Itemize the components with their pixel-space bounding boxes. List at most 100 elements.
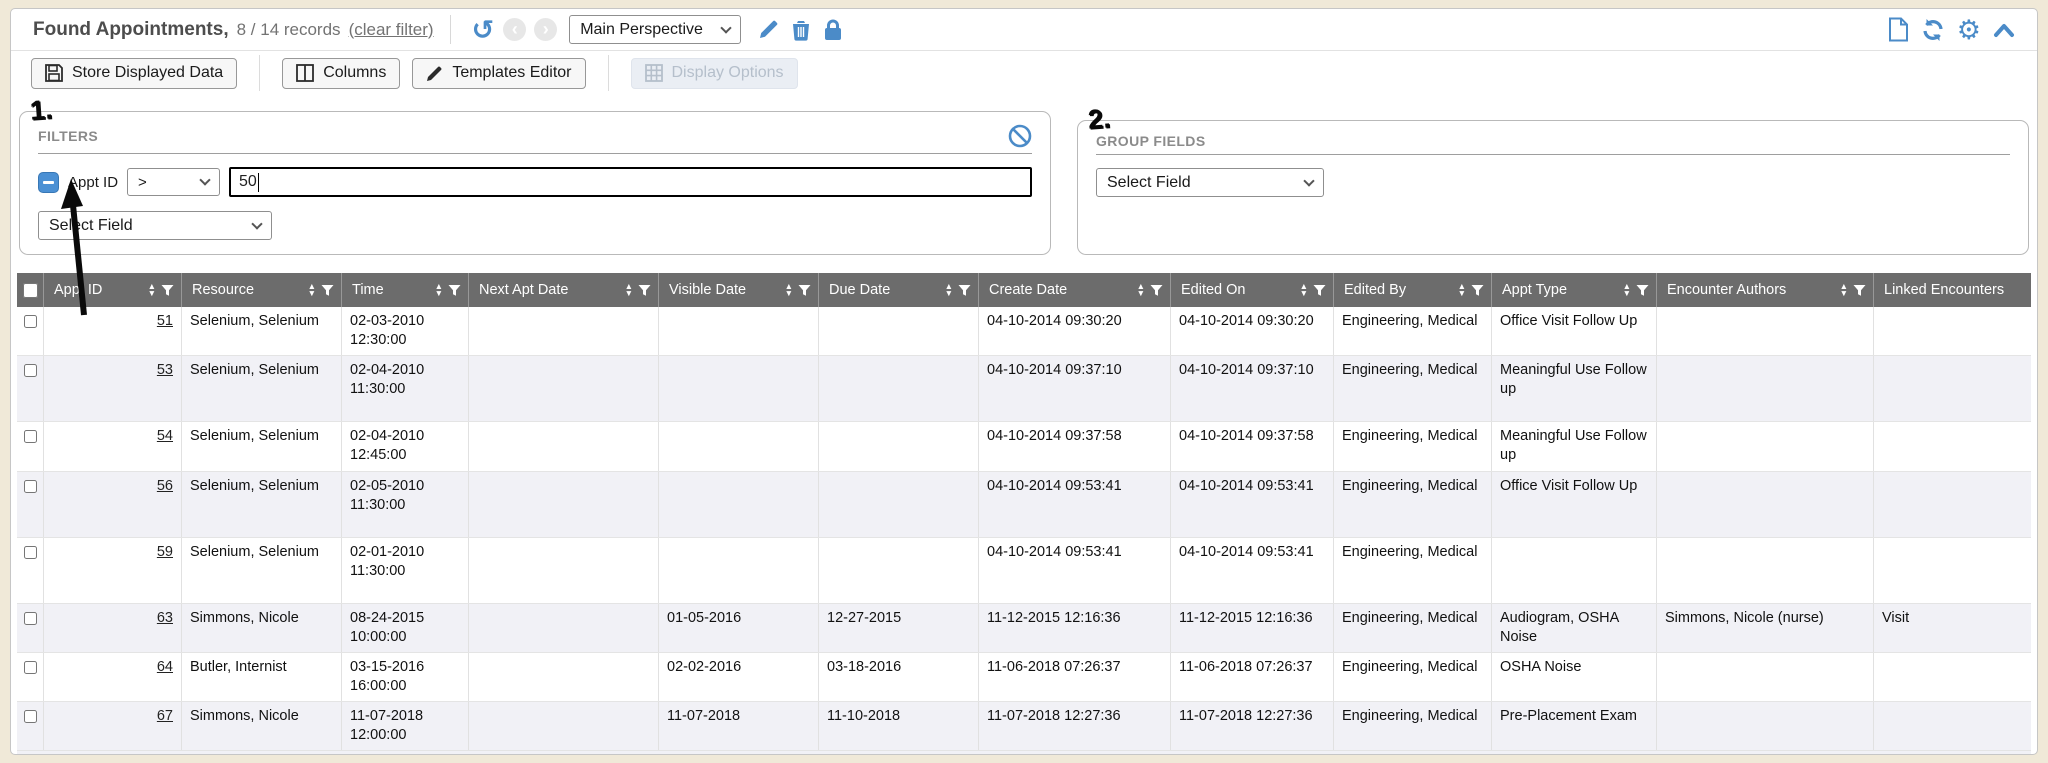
- column-header-time[interactable]: Time▲▼: [342, 273, 469, 307]
- sort-icon[interactable]: ▲▼: [785, 283, 793, 298]
- columns-label: Columns: [323, 64, 386, 82]
- column-label: Linked Encounters: [1884, 282, 2024, 298]
- cell-create-date: 04-10-2014 09:30:20: [979, 307, 1171, 355]
- sort-icon[interactable]: ▲▼: [1840, 283, 1848, 298]
- sort-icon[interactable]: ▲▼: [1137, 283, 1145, 298]
- table-row: 56Selenium, Selenium02-05-2010 11:30:000…: [17, 472, 2031, 538]
- collapse-icon[interactable]: [1993, 22, 2015, 38]
- gear-icon[interactable]: ⚙: [1957, 18, 1981, 42]
- row-checkbox[interactable]: [24, 709, 37, 724]
- appt-id-link[interactable]: 56: [157, 478, 173, 494]
- column-header-due-date[interactable]: Due Date▲▼: [819, 273, 979, 307]
- cell-appt-type: Pre-Placement Exam: [1492, 702, 1657, 750]
- columns-button[interactable]: Columns: [282, 58, 400, 89]
- filter-operator-select[interactable]: >: [127, 168, 220, 196]
- add-filter-field-select[interactable]: Select Field: [38, 211, 272, 240]
- sort-icon[interactable]: ▲▼: [945, 283, 953, 298]
- store-displayed-data-button[interactable]: Store Displayed Data: [31, 58, 237, 89]
- filter-funnel-icon[interactable]: [448, 284, 461, 297]
- sort-icon[interactable]: ▲▼: [625, 283, 633, 298]
- column-header-edited-by[interactable]: Edited By▲▼: [1334, 273, 1492, 307]
- filter-funnel-icon[interactable]: [798, 284, 811, 297]
- filter-funnel-icon[interactable]: [638, 284, 651, 297]
- row-checkbox[interactable]: [24, 429, 37, 444]
- delete-perspective-icon[interactable]: [791, 19, 811, 41]
- row-checkbox[interactable]: [24, 611, 37, 626]
- filter-funnel-icon[interactable]: [321, 284, 334, 297]
- select-all-checkbox[interactable]: [23, 283, 38, 298]
- next-perspective-icon[interactable]: ›: [534, 18, 557, 41]
- appt-id-link[interactable]: 53: [157, 362, 173, 378]
- remove-filter-button[interactable]: [38, 172, 59, 193]
- sort-icon[interactable]: ▲▼: [1300, 283, 1308, 298]
- chevron-down-icon: [199, 174, 210, 185]
- column-header-linked-encounters[interactable]: Linked Encounters: [1874, 273, 2031, 307]
- row-checkbox[interactable]: [24, 545, 37, 560]
- sort-icon[interactable]: ▲▼: [435, 283, 443, 298]
- cell-next-apt-date: [469, 356, 659, 421]
- filter-funnel-icon[interactable]: [1313, 284, 1326, 297]
- lock-icon[interactable]: [823, 19, 843, 41]
- table-row: 67Simmons, Nicole11-07-2018 12:00:0011-0…: [17, 702, 2031, 751]
- sort-icon[interactable]: ▲▼: [1458, 283, 1466, 298]
- filter-funnel-icon[interactable]: [1150, 284, 1163, 297]
- cell-due-date: [819, 538, 979, 603]
- columns-icon: [296, 64, 314, 82]
- sort-icon[interactable]: ▲▼: [148, 283, 156, 298]
- row-checkbox[interactable]: [24, 660, 37, 675]
- row-checkbox[interactable]: [24, 314, 37, 329]
- cell-create-date: 04-10-2014 09:37:58: [979, 422, 1171, 470]
- clear-filter-link[interactable]: (clear filter): [349, 20, 434, 40]
- column-header-encounter-authors[interactable]: Encounter Authors▲▼: [1657, 273, 1874, 307]
- undo-icon[interactable]: ↺: [472, 19, 495, 41]
- column-label: Appt ID: [54, 282, 143, 298]
- appt-id-link[interactable]: 59: [157, 544, 173, 560]
- filter-funnel-icon[interactable]: [1853, 284, 1866, 297]
- templates-editor-button[interactable]: Templates Editor: [412, 58, 585, 89]
- filter-funnel-icon[interactable]: [161, 284, 174, 297]
- edit-perspective-icon[interactable]: [757, 19, 779, 41]
- cell-time: 02-04-2010 12:45:00: [342, 422, 469, 470]
- refresh-icon[interactable]: [1921, 18, 1945, 42]
- appt-id-link[interactable]: 51: [157, 313, 173, 329]
- column-header-appt-id[interactable]: Appt ID ▲▼: [44, 273, 182, 307]
- sort-icon[interactable]: ▲▼: [308, 283, 316, 298]
- column-label: Edited On: [1181, 282, 1295, 298]
- filter-value-input[interactable]: 50: [229, 167, 1032, 197]
- column-header-appt-type[interactable]: Appt Type▲▼: [1492, 273, 1657, 307]
- cell-linked-encounters: [1874, 538, 2031, 603]
- column-header-edited-on[interactable]: Edited On ▲▼: [1171, 273, 1334, 307]
- filter-funnel-icon[interactable]: [958, 284, 971, 297]
- filter-funnel-icon[interactable]: [1636, 284, 1649, 297]
- cell-linked-encounters: [1874, 307, 2031, 355]
- new-document-icon[interactable]: [1888, 17, 1909, 42]
- column-header-next-apt-date[interactable]: Next Apt Date▲▼: [469, 273, 659, 307]
- appt-id-link[interactable]: 54: [157, 428, 173, 444]
- clear-all-filters-icon[interactable]: [1008, 124, 1032, 148]
- cell-appt-type: Meaningful Use Follow up: [1492, 356, 1657, 421]
- cell-visible-date: [659, 422, 819, 470]
- perspective-select[interactable]: Main Perspective: [569, 15, 741, 44]
- row-select-cell: [17, 702, 44, 750]
- column-header-visible-date[interactable]: Visible Date▲▼: [659, 273, 819, 307]
- appt-id-link[interactable]: 64: [157, 659, 173, 675]
- column-header-create-date[interactable]: Create Date▲▼: [979, 273, 1171, 307]
- cell-create-date: 11-07-2018 12:27:36: [979, 702, 1171, 750]
- row-checkbox[interactable]: [24, 363, 37, 378]
- filters-panel: 1. FILTERS Appt ID > 50 Select Field: [19, 111, 1051, 255]
- cell-edited-by: Engineering, Medical: [1334, 356, 1492, 421]
- cell-due-date: 12-27-2015: [819, 604, 979, 652]
- previous-perspective-icon[interactable]: ‹: [503, 18, 526, 41]
- sort-icon[interactable]: ▲▼: [1623, 283, 1631, 298]
- cell-resource: Simmons, Nicole: [182, 604, 342, 652]
- row-checkbox[interactable]: [24, 479, 37, 494]
- chevron-down-icon: [1303, 175, 1314, 186]
- appt-id-link[interactable]: 63: [157, 610, 173, 626]
- group-field-select[interactable]: Select Field: [1096, 168, 1324, 197]
- filter-funnel-icon[interactable]: [1471, 284, 1484, 297]
- appt-id-link[interactable]: 67: [157, 708, 173, 724]
- page-title: Found Appointments,: [33, 19, 229, 41]
- cell-time: 03-15-2016 16:00:00: [342, 653, 469, 701]
- select-all-header-cell[interactable]: [17, 273, 44, 307]
- column-header-resource[interactable]: Resource▲▼: [182, 273, 342, 307]
